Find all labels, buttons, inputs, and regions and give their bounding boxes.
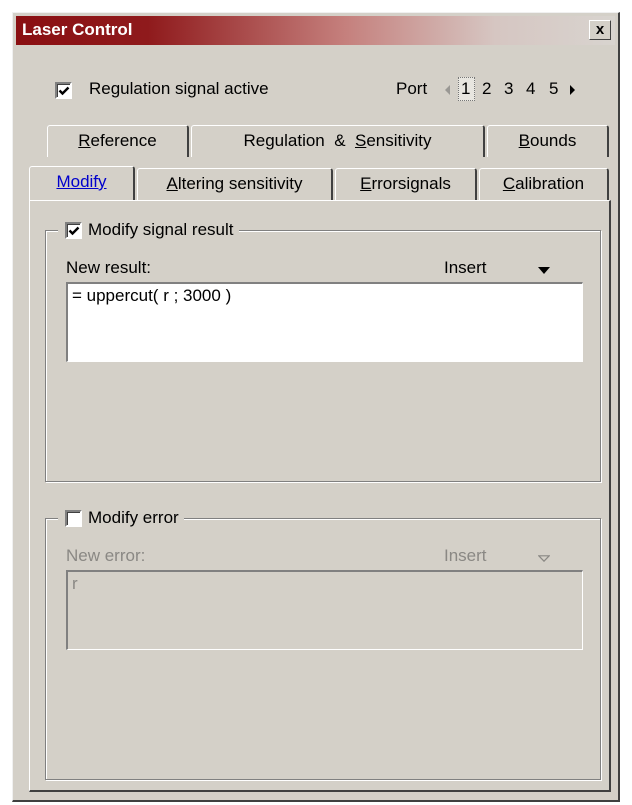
tab-reference-mnemonic: R	[78, 131, 91, 150]
laser-control-window: Laser Control x Regulation signal active…	[12, 12, 620, 802]
tab-panel-modify: Modify signal result New result: Insert …	[29, 200, 611, 792]
tab-bounds-mnemonic: B	[518, 131, 530, 150]
tab-bounds[interactable]: Bounds	[487, 125, 609, 157]
modify-error-label: Modify error	[88, 508, 179, 527]
error-insert-label: Insert	[444, 546, 487, 565]
close-button[interactable]: x	[589, 20, 611, 40]
new-error-input: r	[66, 570, 583, 650]
modify-error-checkbox[interactable]	[65, 510, 82, 527]
tab-regulation-label-rest: ensitivity	[366, 131, 432, 150]
tab-reference[interactable]: Reference	[47, 125, 189, 157]
tab-altering-label: ltering sensitivity	[177, 174, 303, 193]
arrow-right-icon[interactable]	[569, 85, 576, 95]
tab-regulation-label-pre: Regulation &	[243, 131, 355, 150]
port-label: Port	[396, 79, 428, 98]
tab-regulation-mnemonic: S	[354, 131, 367, 150]
tab-regulation-sensitivity[interactable]: Regulation & Sensitivity	[191, 125, 485, 157]
regulation-signal-label: Regulation signal active	[89, 79, 269, 98]
tab-calibration[interactable]: Calibration	[479, 168, 609, 200]
tab-reference-label: eference	[90, 131, 157, 150]
close-icon: x	[595, 21, 605, 38]
tab-errorsignals-label: rrorsignals	[371, 174, 451, 193]
new-error-value: r	[72, 574, 78, 593]
tab-altering-sensitivity[interactable]: Altering sensitivity	[137, 168, 333, 200]
tab-modify[interactable]: Modify	[29, 166, 135, 200]
modify-result-checkbox[interactable]	[65, 222, 82, 239]
tab-modify-mnemonic: M	[56, 172, 71, 191]
tab-calibration-label: alibration	[515, 174, 585, 193]
port-option-4[interactable]: 4	[526, 79, 535, 99]
port-option-3[interactable]: 3	[504, 79, 513, 99]
regulation-signal-checkbox[interactable]	[55, 82, 72, 99]
modify-result-legend: Modify signal result	[58, 219, 239, 241]
modify-result-label: Modify signal result	[88, 220, 234, 239]
tab-bounds-label: ounds	[530, 131, 577, 150]
window-title: Laser Control	[22, 20, 133, 39]
tab-altering-mnemonic: A	[166, 174, 178, 193]
new-error-label: New error:	[66, 546, 146, 565]
tab-calibration-mnemonic: C	[502, 174, 516, 193]
dropdown-arrow-icon	[538, 555, 550, 562]
tab-errorsignals[interactable]: Errorsignals	[335, 168, 477, 200]
check-icon	[68, 226, 80, 236]
port-option-2[interactable]: 2	[482, 79, 491, 99]
port-option-5[interactable]: 5	[549, 79, 558, 99]
new-result-label: New result:	[66, 258, 152, 277]
tab-modify-label: odify	[70, 172, 107, 191]
port-option-1[interactable]: 1	[461, 79, 470, 99]
new-result-input[interactable]: = uppercut( r ; 3000 )	[66, 282, 583, 362]
title-bar[interactable]: Laser Control x	[16, 16, 615, 45]
result-insert-label[interactable]: Insert	[444, 258, 487, 278]
check-icon	[58, 86, 70, 96]
tab-errorsignals-mnemonic: E	[360, 174, 372, 193]
arrow-left-icon[interactable]	[444, 85, 451, 95]
new-result-value: = uppercut( r ; 3000 )	[72, 286, 232, 305]
dropdown-arrow-icon[interactable]	[538, 267, 550, 274]
